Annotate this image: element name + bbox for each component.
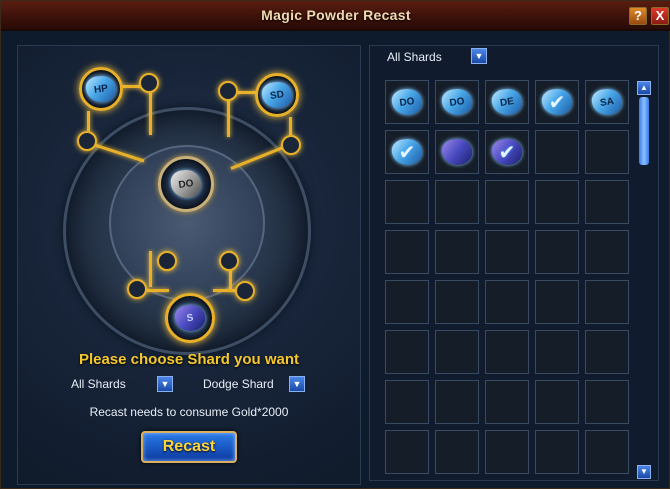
bottom-shard-node[interactable]: S	[165, 293, 215, 343]
scroll-thumb[interactable]	[639, 97, 649, 165]
title-bar: Magic Powder Recast ? X	[1, 1, 670, 31]
hp-shard-node[interactable]: HP	[79, 67, 123, 111]
shard-icon	[440, 137, 474, 167]
inventory-slot[interactable]	[485, 430, 529, 474]
inventory-scrollbar[interactable]: ▲ ▼	[637, 81, 651, 481]
dark-shard-icon: S	[173, 303, 207, 333]
inventory-slot[interactable]: DE	[485, 80, 529, 124]
inventory-slot[interactable]	[485, 330, 529, 374]
connector-line	[149, 251, 152, 287]
inventory-slot[interactable]	[585, 430, 629, 474]
inventory-slot[interactable]	[585, 130, 629, 174]
inventory-slot[interactable]	[435, 330, 479, 374]
inventory-slot[interactable]	[435, 130, 479, 174]
inventory-slot[interactable]	[485, 180, 529, 224]
wheel-junction	[127, 279, 147, 299]
help-button[interactable]: ?	[629, 7, 647, 25]
inventory-slot[interactable]	[535, 380, 579, 424]
inventory-slot[interactable]: DO	[435, 80, 479, 124]
inventory-slot[interactable]	[535, 130, 579, 174]
inventory-slot[interactable]	[385, 330, 429, 374]
category-dropdown[interactable]: All Shards ▼	[67, 375, 177, 393]
scroll-down-icon[interactable]: ▼	[637, 465, 651, 479]
connector-line	[87, 111, 90, 131]
shard-icon: DE	[490, 87, 524, 117]
sd-shard-node[interactable]: SD	[255, 73, 299, 117]
inventory-slot[interactable]	[385, 180, 429, 224]
recast-button[interactable]: Recast	[141, 431, 237, 463]
inventory-filter-value: All Shards	[387, 50, 442, 64]
inventory-slot[interactable]	[385, 380, 429, 424]
inventory-slot[interactable]	[385, 280, 429, 324]
wheel-junction	[139, 73, 159, 93]
close-button[interactable]: X	[651, 7, 669, 25]
wheel-junction	[235, 281, 255, 301]
inventory-slot[interactable]	[535, 230, 579, 274]
inventory-slot[interactable]: ✔	[385, 130, 429, 174]
inventory-slot[interactable]	[535, 180, 579, 224]
checkmark-icon: ✔	[398, 141, 416, 164]
inventory-slot[interactable]	[485, 280, 529, 324]
scroll-up-icon[interactable]: ▲	[637, 81, 651, 95]
window-title: Magic Powder Recast	[261, 7, 411, 23]
chevron-down-icon[interactable]: ▼	[157, 376, 173, 392]
inventory-slot[interactable]	[435, 180, 479, 224]
shard-icon: DO	[440, 87, 474, 117]
choose-prompt: Please choose Shard you want	[78, 351, 300, 368]
inventory-slot[interactable]	[585, 280, 629, 324]
inventory-slot[interactable]	[585, 180, 629, 224]
hp-shard-icon: HP	[84, 74, 118, 104]
inventory-slot[interactable]	[485, 230, 529, 274]
inventory-slot[interactable]	[585, 380, 629, 424]
inventory-slot[interactable]	[385, 430, 429, 474]
center-shard-slot[interactable]: DO	[158, 156, 214, 212]
shard-icon: SA	[590, 87, 624, 117]
wheel-junction	[77, 131, 97, 151]
checkmark-icon: ✔	[498, 141, 516, 164]
inventory-slot[interactable]	[385, 230, 429, 274]
cost-text: Recast needs to consume Gold*2000	[89, 405, 289, 419]
inventory-slot[interactable]	[535, 430, 579, 474]
checkmark-icon: ✔	[548, 91, 566, 114]
inventory-slot[interactable]	[435, 230, 479, 274]
wheel-junction	[281, 135, 301, 155]
wheel-junction	[218, 81, 238, 101]
shard-dropdown-value: Dodge Shard	[203, 377, 274, 391]
chevron-down-icon[interactable]: ▼	[289, 376, 305, 392]
inventory-slot[interactable]: DO	[385, 80, 429, 124]
inventory-slot[interactable]	[435, 430, 479, 474]
inventory-slot[interactable]	[535, 330, 579, 374]
inventory-slot[interactable]	[585, 330, 629, 374]
inventory-slot[interactable]	[485, 380, 529, 424]
chevron-down-icon[interactable]: ▼	[471, 48, 487, 64]
inventory-slot[interactable]: ✔	[535, 80, 579, 124]
category-dropdown-value: All Shards	[71, 377, 126, 391]
inventory-slot[interactable]: ✔	[485, 130, 529, 174]
sd-shard-icon: SD	[260, 80, 294, 110]
inventory-slot[interactable]	[435, 280, 479, 324]
wheel-junction	[157, 251, 177, 271]
shard-icon: DO	[390, 87, 424, 117]
inventory-slot[interactable]	[435, 380, 479, 424]
inventory-slot[interactable]: SA	[585, 80, 629, 124]
connector-line	[289, 117, 292, 137]
inventory-slot[interactable]	[585, 230, 629, 274]
inventory-filter-dropdown[interactable]: All Shards ▼	[383, 48, 489, 66]
shard-dropdown[interactable]: Dodge Shard ▼	[199, 375, 309, 393]
inventory-grid: DO DO DE ✔ SA ✔ ✔	[385, 80, 633, 480]
inventory-slot[interactable]	[535, 280, 579, 324]
wheel-junction	[219, 251, 239, 271]
recast-window: Magic Powder Recast ? X DO HP SD S Pleas…	[0, 0, 670, 489]
recast-wheel: DO HP SD S	[17, 45, 361, 355]
dodge-shard-icon: DO	[169, 168, 203, 200]
